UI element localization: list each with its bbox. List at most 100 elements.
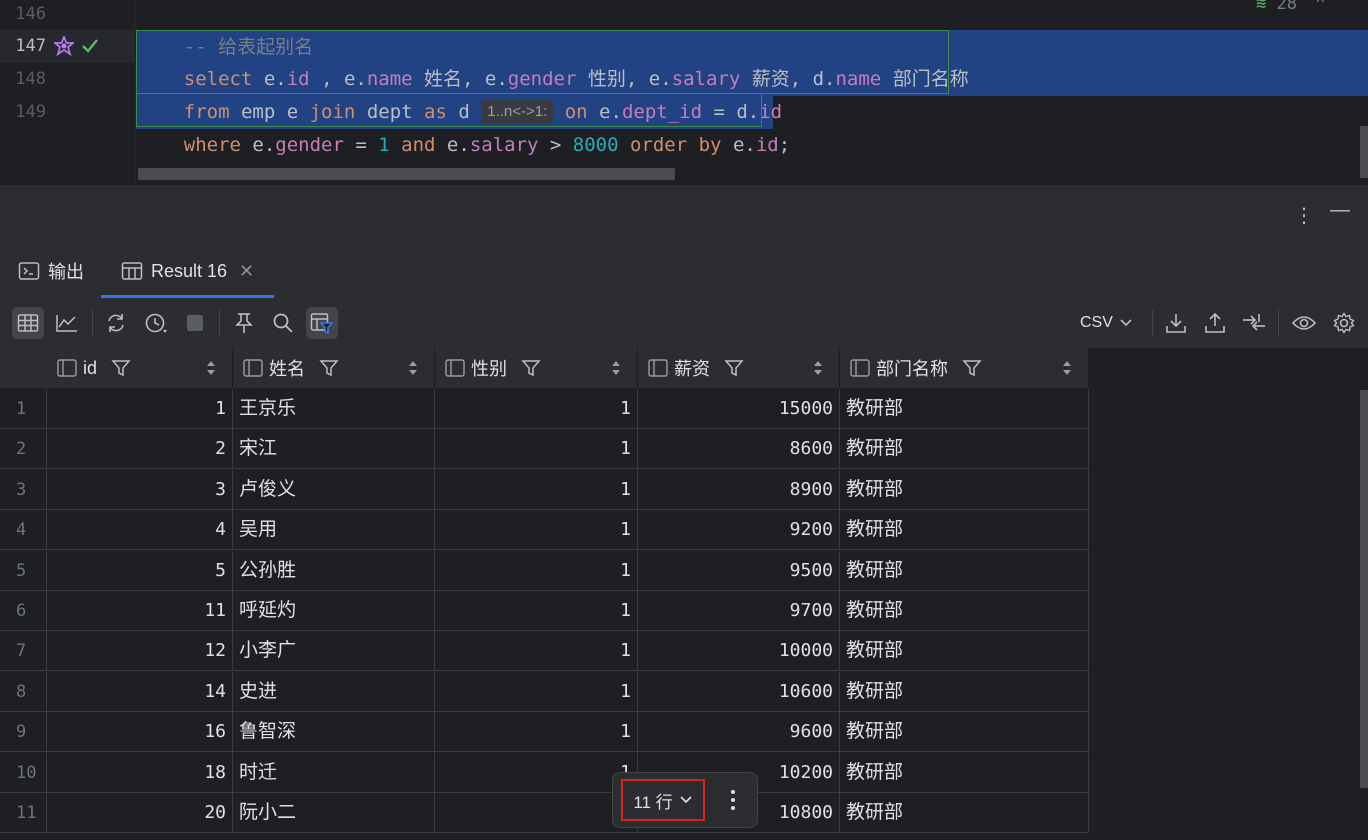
result-grid[interactable]: id 姓名 性别 薪资 部门名称 1 1 王京乐 1 15000 教研部 2 2… [0, 348, 1368, 840]
table-row[interactable]: 6 11 呼延灼 1 9700 教研部 [0, 591, 1090, 631]
settings-button[interactable] [1328, 307, 1360, 339]
compare-button[interactable] [1238, 307, 1270, 339]
column-header-salary[interactable]: 薪资 [638, 348, 840, 388]
cell-salary[interactable]: 9500 [638, 550, 840, 591]
filter-icon[interactable] [521, 358, 541, 378]
cell-id[interactable]: 5 [47, 550, 233, 591]
cell-dept[interactable]: 教研部 [840, 469, 1089, 510]
filter-icon[interactable] [111, 358, 131, 378]
filter-icon[interactable] [962, 358, 982, 378]
cell-gender[interactable]: 1 [435, 591, 638, 631]
cell-gender[interactable]: 1 [435, 752, 638, 793]
cell-name[interactable]: 王京乐 [233, 389, 435, 429]
search-button[interactable] [267, 307, 299, 339]
cell-dept[interactable]: 教研部 [840, 550, 1089, 591]
table-row[interactable]: 7 12 小李广 1 10000 教研部 [0, 631, 1090, 672]
cell-gender[interactable]: 1 [435, 550, 638, 591]
cell-salary[interactable]: 10000 [638, 631, 840, 672]
cell-name[interactable]: 宋江 [233, 429, 435, 470]
code-line-146[interactable]: -- 给表起别名 [138, 0, 313, 58]
cell-dept[interactable]: 教研部 [840, 389, 1089, 429]
cell-dept[interactable]: 教研部 [840, 591, 1089, 631]
cell-dept[interactable]: 教研部 [840, 631, 1089, 672]
row-number[interactable]: 11 [0, 793, 47, 833]
code-line-148[interactable]: from emp e join dept as d 1..n<->1: on e… [138, 63, 782, 124]
export-format-dropdown[interactable]: CSV [1080, 310, 1133, 336]
cell-name[interactable]: 小李广 [233, 631, 435, 672]
cell-name[interactable]: 鲁智深 [233, 712, 435, 753]
row-number[interactable]: 10 [0, 752, 47, 793]
sort-icon[interactable] [1062, 359, 1072, 377]
cell-id[interactable]: 12 [47, 631, 233, 672]
cell-id[interactable]: 2 [47, 429, 233, 470]
table-row[interactable]: 2 2 宋江 1 8600 教研部 [0, 429, 1090, 470]
horizontal-scrollbar[interactable] [138, 168, 675, 180]
run-statement-icon[interactable] [54, 36, 74, 56]
history-button[interactable] [140, 307, 172, 339]
chart-view-button[interactable] [51, 307, 83, 339]
table-row[interactable]: 3 3 卢俊义 1 8900 教研部 [0, 469, 1090, 510]
column-header-dept[interactable]: 部门名称 [840, 348, 1089, 388]
sort-icon[interactable] [611, 359, 621, 377]
download-button[interactable] [1160, 307, 1192, 339]
grid-corner[interactable] [0, 348, 48, 388]
more-options-button[interactable] [717, 783, 749, 817]
cell-id[interactable]: 18 [47, 752, 233, 793]
cell-name[interactable]: 史进 [233, 671, 435, 712]
more-options-icon[interactable]: ⋮ [1294, 203, 1314, 228]
row-number[interactable]: 2 [0, 429, 47, 470]
code-line-147[interactable]: select e.id , e.name 姓名, e.gender 性别, e.… [138, 30, 969, 90]
tab-result-16[interactable]: Result 16 ✕ [101, 244, 275, 298]
row-number[interactable]: 5 [0, 550, 47, 591]
row-number[interactable]: 7 [0, 631, 47, 672]
table-row[interactable]: 5 5 公孙胜 1 9500 教研部 [0, 550, 1090, 591]
cell-name[interactable]: 卢俊义 [233, 469, 435, 510]
pin-tab-button[interactable] [228, 307, 260, 339]
cell-id[interactable]: 16 [47, 712, 233, 753]
cell-gender[interactable]: 1 [435, 389, 638, 429]
cell-salary[interactable]: 10600 [638, 671, 840, 712]
filter-toggle-button[interactable] [306, 307, 338, 339]
row-number[interactable]: 1 [0, 389, 47, 429]
row-number[interactable]: 3 [0, 469, 47, 510]
table-row[interactable]: 4 4 吴用 1 9200 教研部 [0, 510, 1090, 551]
cell-gender[interactable]: 1 [435, 671, 638, 712]
cell-id[interactable]: 11 [47, 591, 233, 631]
cell-salary[interactable]: 8600 [638, 429, 840, 470]
cell-dept[interactable]: 教研部 [840, 712, 1089, 753]
table-row[interactable]: 10 18 时迁 1 10200 教研部 [0, 752, 1090, 793]
cell-gender[interactable]: 1 [435, 429, 638, 470]
row-count-dropdown[interactable]: 11 行 [621, 779, 705, 821]
cell-gender[interactable]: 1 [435, 469, 638, 510]
cell-name[interactable]: 公孙胜 [233, 550, 435, 591]
cell-id[interactable]: 3 [47, 469, 233, 510]
table-row[interactable]: 9 16 鲁智深 1 9600 教研部 [0, 712, 1090, 753]
table-view-button[interactable] [12, 307, 44, 339]
cell-id[interactable]: 20 [47, 793, 233, 833]
sort-icon[interactable] [408, 359, 418, 377]
column-header-id[interactable]: id [47, 348, 233, 388]
table-row[interactable]: 8 14 史进 1 10600 教研部 [0, 671, 1090, 712]
sql-editor[interactable]: 146 147 148 149 ≋ 28 ⌃ -- 给表起别名 select e… [0, 0, 1368, 184]
vertical-scrollbar[interactable] [1360, 126, 1368, 178]
vertical-scrollbar[interactable] [1360, 390, 1368, 788]
cell-id[interactable]: 1 [47, 389, 233, 429]
cell-dept[interactable]: 教研部 [840, 429, 1089, 470]
cell-id[interactable]: 4 [47, 510, 233, 551]
cell-name[interactable]: 阮小二 [233, 793, 435, 833]
sort-icon[interactable] [813, 359, 823, 377]
upload-button[interactable] [1199, 307, 1231, 339]
table-row[interactable]: 11 20 阮小二 1 10800 教研部 [0, 793, 1090, 833]
cell-name[interactable]: 时迁 [233, 752, 435, 793]
row-number[interactable]: 6 [0, 591, 47, 631]
cell-id[interactable]: 14 [47, 671, 233, 712]
sort-icon[interactable] [206, 359, 216, 377]
view-button[interactable] [1288, 307, 1320, 339]
chevron-up-icon[interactable]: ⌃ [1315, 0, 1325, 14]
cell-dept[interactable]: 教研部 [840, 793, 1089, 833]
cell-salary[interactable]: 8900 [638, 469, 840, 510]
column-header-name[interactable]: 姓名 [233, 348, 435, 388]
table-row[interactable]: 1 1 王京乐 1 15000 教研部 [0, 389, 1090, 429]
cell-dept[interactable]: 教研部 [840, 752, 1089, 793]
cell-name[interactable]: 呼延灼 [233, 591, 435, 631]
